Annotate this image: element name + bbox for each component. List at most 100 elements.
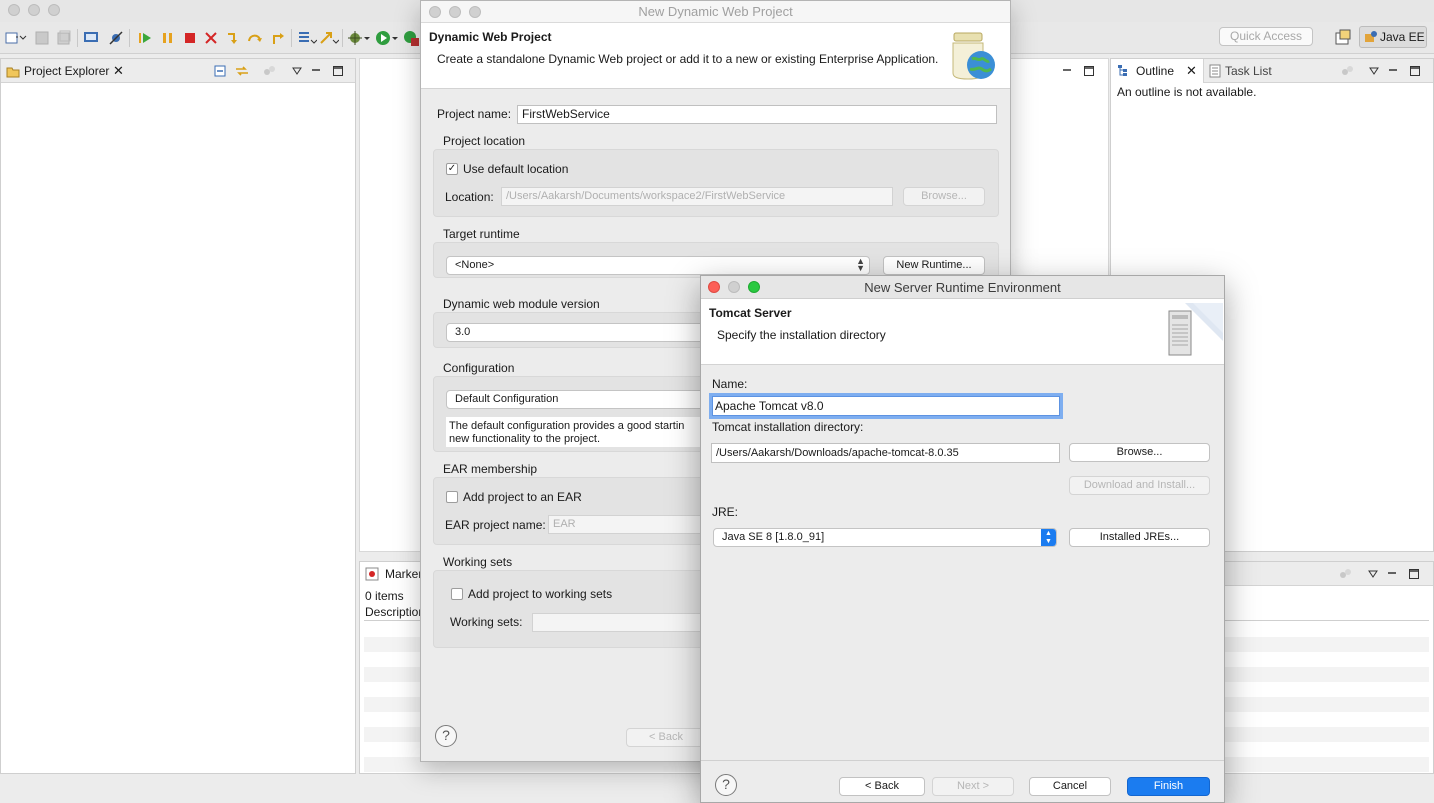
filter-icon: [1340, 569, 1351, 578]
toolbar-separator: [77, 29, 78, 47]
location-input[interactable]: /Users/Aakarsh/Documents/workspace2/Firs…: [501, 187, 893, 206]
save-icon: [35, 31, 49, 45]
project-name-input[interactable]: FirstWebService: [517, 105, 997, 124]
minimize-editor-icon[interactable]: [1061, 65, 1073, 77]
wizard-banner: Dynamic Web Project Create a standalone …: [421, 23, 1010, 89]
step-into-icon[interactable]: [225, 30, 241, 46]
target-runtime-value: <None>: [455, 259, 495, 271]
target-runtime-select[interactable]: <None> ▲ ▼: [446, 256, 870, 275]
finish-button[interactable]: Finish: [1127, 777, 1210, 796]
suspend-icon[interactable]: [160, 30, 176, 46]
next-button[interactable]: Next >: [932, 777, 1014, 796]
skip-breakpoints-icon[interactable]: [108, 30, 124, 46]
collapse-all-icon[interactable]: [214, 65, 226, 77]
dialog-window-title: New Dynamic Web Project: [638, 4, 793, 19]
use-default-location-label: Use default location: [463, 162, 569, 176]
jre-value: Java SE 8 [1.8.0_91]: [722, 531, 825, 543]
markers-icon: [365, 567, 379, 581]
step-return-icon[interactable]: [270, 30, 286, 46]
new-server-runtime-dialog: New Server Runtime Environment Tomcat Se…: [700, 275, 1225, 803]
configuration-value: Default Configuration: [455, 393, 559, 405]
quick-access-input[interactable]: Quick Access: [1219, 27, 1313, 46]
view-menu-icon[interactable]: [291, 65, 303, 77]
install-dir-label: Tomcat installation directory:: [712, 420, 864, 434]
filter-icon: [1342, 66, 1353, 75]
java-ee-perspective-label: Java EE: [1380, 30, 1425, 44]
install-dir-browse-button[interactable]: Browse...: [1069, 443, 1210, 462]
new-runtime-button[interactable]: New Runtime...: [883, 256, 985, 275]
tab-outline-active[interactable]: Outline ✕: [1111, 59, 1204, 83]
maximize-view-icon[interactable]: [1409, 65, 1421, 77]
toolbar-separator: [291, 29, 292, 47]
minimize-view-icon[interactable]: [1386, 568, 1398, 580]
save-all-icon: [57, 30, 71, 45]
project-explorer-icon: [6, 67, 20, 78]
java-ee-perspective-button[interactable]: Java EE: [1359, 26, 1427, 48]
ear-project-name-label: EAR project name:: [445, 518, 546, 532]
banner-title: Dynamic Web Project: [429, 30, 552, 44]
outline-message: An outline is not available.: [1117, 85, 1257, 99]
toolbar-separator: [129, 29, 130, 47]
open-perspective-icon[interactable]: [1333, 27, 1353, 47]
ear-membership-heading: EAR membership: [443, 462, 538, 476]
markers-item-count: 0 items: [365, 589, 404, 603]
debug-icon[interactable]: [347, 30, 371, 46]
dialog-title-bar: New Dynamic Web Project: [421, 1, 1010, 23]
outline-icon: [1118, 65, 1127, 76]
add-to-ear-checkbox[interactable]: [446, 491, 458, 503]
run-server-icon[interactable]: [403, 30, 420, 46]
help-icon[interactable]: ?: [435, 725, 457, 747]
working-sets-label: Working sets:: [450, 615, 523, 629]
outline-tabbar: Outline ✕ Task List: [1111, 59, 1433, 83]
working-sets-heading: Working sets: [443, 555, 513, 569]
dialog-window-title: New Server Runtime Environment: [864, 280, 1061, 295]
task-list-icon: [1209, 64, 1221, 78]
runtime-name-input[interactable]: Apache Tomcat v8.0: [712, 396, 1060, 416]
back-button[interactable]: < Back: [839, 777, 925, 796]
step-over-icon[interactable]: [247, 30, 263, 46]
tab-project-explorer[interactable]: Project Explorer: [24, 63, 109, 79]
download-and-install-button[interactable]: Download and Install...: [1069, 476, 1210, 495]
run-icon[interactable]: [375, 30, 399, 46]
new-wizard-icon[interactable]: [5, 30, 27, 46]
resume-icon[interactable]: [137, 30, 153, 46]
open-console-icon[interactable]: [83, 30, 99, 46]
location-label: Location:: [445, 190, 494, 204]
project-explorer-view: Project Explorer ✕: [0, 58, 356, 774]
project-location-group: ✓ Use default location Location: /Users/…: [433, 149, 999, 217]
maximize-editor-icon[interactable]: [1083, 65, 1095, 77]
window-minimize-button[interactable]: [28, 4, 40, 16]
open-task-icon[interactable]: [297, 30, 317, 46]
minimize-view-icon[interactable]: [310, 65, 322, 77]
back-button[interactable]: < Back: [626, 728, 706, 747]
view-menu-icon[interactable]: [1367, 568, 1379, 580]
web-project-wizard-icon: [952, 32, 995, 80]
open-type-icon[interactable]: [319, 30, 339, 46]
close-tab-icon[interactable]: ✕: [1186, 63, 1197, 78]
add-to-working-sets-checkbox[interactable]: [451, 588, 463, 600]
terminate-icon[interactable]: [182, 30, 198, 46]
location-browse-button[interactable]: Browse...: [903, 187, 985, 206]
view-menu-icon[interactable]: [1368, 65, 1380, 77]
project-name-label: Project name:: [437, 107, 512, 121]
installed-jres-button[interactable]: Installed JREs...: [1069, 528, 1210, 547]
close-tab-icon[interactable]: ✕: [113, 63, 124, 78]
jre-label: JRE:: [712, 505, 739, 519]
cancel-button[interactable]: Cancel: [1029, 777, 1111, 796]
project-explorer-tabbar: Project Explorer ✕: [1, 59, 355, 83]
use-default-location-checkbox[interactable]: ✓: [446, 163, 458, 175]
maximize-view-icon[interactable]: [1408, 568, 1420, 580]
project-location-heading: Project location: [443, 134, 526, 148]
install-dir-input[interactable]: /Users/Aakarsh/Downloads/apache-tomcat-8…: [711, 443, 1060, 463]
link-with-editor-icon[interactable]: [235, 65, 249, 77]
target-runtime-group: <None> ▲ ▼ New Runtime...: [433, 242, 999, 278]
jre-select[interactable]: Java SE 8 [1.8.0_91] ▲ ▼: [713, 528, 1057, 547]
maximize-view-icon[interactable]: [332, 65, 344, 77]
window-zoom-button[interactable]: [48, 4, 60, 16]
minimize-view-icon[interactable]: [1387, 65, 1399, 77]
disconnect-icon[interactable]: [203, 30, 219, 46]
configuration-heading: Configuration: [443, 361, 515, 375]
help-icon[interactable]: ?: [715, 774, 737, 796]
tab-task-list[interactable]: Task List: [1225, 63, 1272, 79]
window-close-button[interactable]: [8, 4, 20, 16]
